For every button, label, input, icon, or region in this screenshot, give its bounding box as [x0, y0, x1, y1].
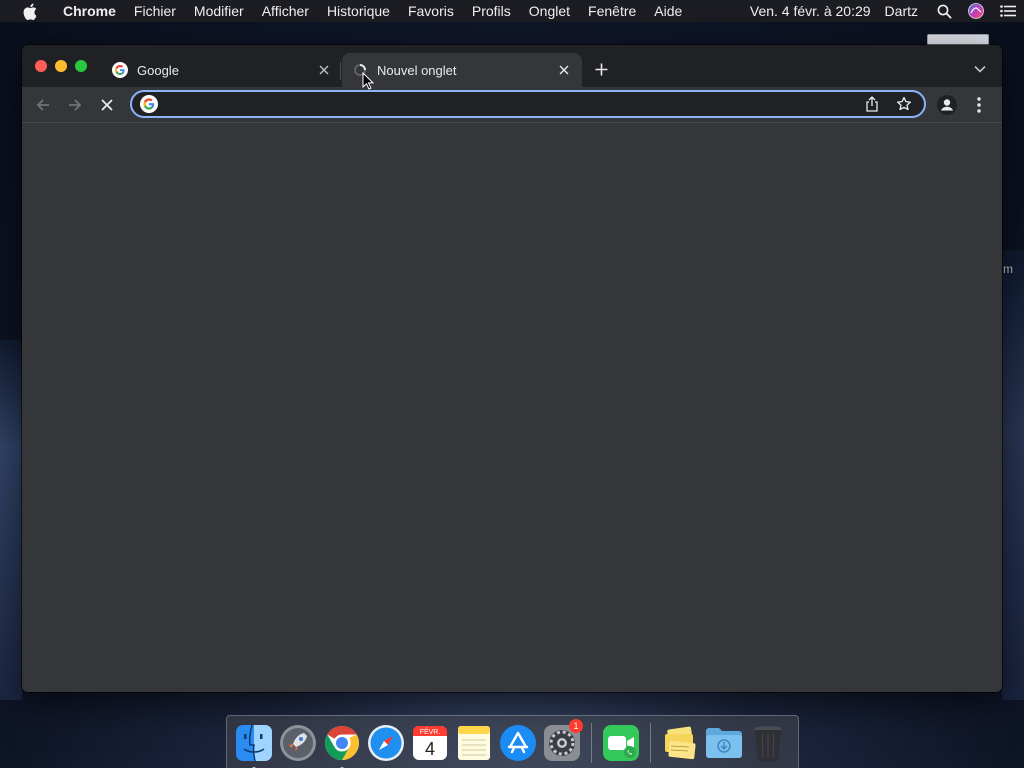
menubar-clock[interactable]: Ven. 4 févr. à 20:29: [742, 3, 879, 19]
stack-icon: [665, 726, 696, 760]
desktop-wallpaper-right: [1002, 250, 1024, 700]
close-tab-icon[interactable]: [314, 60, 334, 80]
dock-calendar[interactable]: FÉVR. 4: [408, 721, 452, 765]
notes-icon: [458, 726, 490, 760]
profile-avatar-icon[interactable]: [935, 93, 959, 117]
siri-icon[interactable]: [960, 0, 992, 22]
safari-icon: [368, 725, 404, 761]
dock-notes[interactable]: [452, 721, 496, 765]
notification-badge: 1: [569, 719, 583, 733]
dock-launchpad[interactable]: [276, 721, 320, 765]
menu-historique[interactable]: Historique: [318, 0, 399, 22]
menu-app-chrome[interactable]: Chrome: [54, 0, 125, 22]
menubar-user[interactable]: Dartz: [879, 3, 928, 19]
dock-separator: [591, 723, 592, 763]
menu-favoris[interactable]: Favoris: [399, 0, 463, 22]
google-g-icon: [112, 62, 128, 78]
minimize-window-button[interactable]: [55, 60, 67, 72]
desktop-file-label[interactable]: m: [1003, 262, 1013, 276]
dock-documents-stack[interactable]: [658, 721, 702, 765]
dock-separator: [650, 723, 651, 763]
close-window-button[interactable]: [35, 60, 47, 72]
dock-system-preferences[interactable]: 1: [540, 719, 584, 765]
dock-finder[interactable]: [232, 721, 276, 768]
spotlight-search-icon[interactable]: [928, 0, 960, 22]
menu-profils[interactable]: Profils: [463, 0, 520, 22]
menu-modifier[interactable]: Modifier: [185, 0, 253, 22]
address-input[interactable]: [166, 93, 860, 115]
calendar-day: 4: [425, 739, 435, 759]
tab-title: Nouvel onglet: [377, 62, 457, 78]
menu-fichier[interactable]: Fichier: [125, 0, 185, 22]
stop-loading-icon[interactable]: [95, 93, 119, 117]
dock-trash[interactable]: [746, 721, 790, 765]
browser-toolbar: [22, 87, 1002, 123]
trash-icon: [754, 726, 782, 762]
dock-app-store[interactable]: [496, 721, 540, 765]
tab-google[interactable]: Google: [102, 53, 342, 87]
tab-title: Google: [137, 62, 179, 78]
address-bar[interactable]: [130, 90, 926, 118]
page-content-area[interactable]: [22, 123, 1002, 692]
dock: FÉVR. 4 1: [226, 715, 799, 768]
dock-downloads-folder[interactable]: [702, 721, 746, 765]
downloads-folder-icon: [706, 728, 742, 758]
calendar-month: FÉVR.: [420, 727, 441, 736]
forward-arrow-icon[interactable]: [63, 93, 87, 117]
mouse-pointer-icon: [362, 71, 375, 90]
calendar-icon: FÉVR. 4: [413, 726, 447, 760]
more-vertical-icon[interactable]: [967, 93, 991, 117]
menu-bar: Chrome Fichier Modifier Afficher Histori…: [0, 0, 1024, 22]
bookmark-star-icon[interactable]: [892, 92, 916, 116]
menu-fenetre[interactable]: Fenêtre: [579, 0, 645, 22]
chrome-window: Google Nouvel onglet: [22, 45, 1002, 692]
app-store-icon: [500, 725, 536, 761]
tab-search-chevron-down-icon[interactable]: [970, 59, 990, 79]
menu-aide[interactable]: Aide: [645, 0, 691, 22]
desktop-wallpaper-left: [0, 340, 22, 700]
launchpad-icon: [280, 725, 316, 761]
google-g-icon: [140, 95, 158, 113]
menu-afficher[interactable]: Afficher: [253, 0, 318, 22]
dock-chrome[interactable]: [320, 721, 364, 768]
new-tab-plus-icon[interactable]: [591, 59, 611, 79]
menubar-status-area: Ven. 4 févr. à 20:29 Dartz: [742, 0, 1024, 22]
facetime-icon: [603, 725, 639, 761]
chrome-icon: [325, 726, 359, 760]
tab-separator: [340, 62, 341, 80]
control-center-icon[interactable]: [992, 0, 1024, 22]
zoom-window-button[interactable]: [75, 60, 87, 72]
apple-icon[interactable]: [20, 0, 40, 22]
close-tab-icon[interactable]: [554, 60, 574, 80]
dock-safari[interactable]: [364, 721, 408, 765]
dock-facetime[interactable]: [599, 721, 643, 765]
tab-nouvel-onglet[interactable]: Nouvel onglet: [342, 53, 582, 87]
tab-strip: Google Nouvel onglet: [22, 45, 1002, 87]
share-icon[interactable]: [860, 92, 884, 116]
back-arrow-icon[interactable]: [31, 93, 55, 117]
finder-icon: [236, 724, 272, 762]
menu-onglet[interactable]: Onglet: [520, 0, 579, 22]
